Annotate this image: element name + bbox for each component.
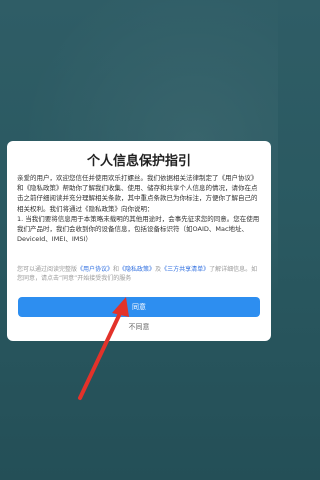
body-paragraph-2: 1. 当我们要将信息用于本策略未载明的其他用途时，会事先征求您的同意。您在使用我… — [17, 214, 260, 244]
dialog-notice: 您可以通过阅读完整版《用户协议》和《隐私政策》及《三方共享清单》了解详细信息。如… — [17, 265, 261, 283]
notice-prefix: 您可以通过阅读完整版 — [17, 266, 78, 273]
agree-button[interactable]: 同意 — [18, 297, 260, 317]
user-agreement-link[interactable]: 《用户协议》 — [77, 266, 113, 273]
privacy-policy-link[interactable]: 《隐私政策》 — [119, 266, 155, 273]
third-party-list-link[interactable]: 《三方共享清单》 — [161, 266, 209, 273]
privacy-dialog: 个人信息保护指引 亲爱的用户，欢迎您信任并使用欢乐打螺丝。我们依据相关法律制定了… — [7, 141, 271, 341]
dialog-title: 个人信息保护指引 — [86, 154, 191, 169]
body-paragraph-1: 亲爱的用户，欢迎您信任并使用欢乐打螺丝。我们依据相关法律制定了《用户协议》和《隐… — [17, 174, 258, 213]
disagree-button[interactable]: 不同意 — [7, 322, 271, 332]
